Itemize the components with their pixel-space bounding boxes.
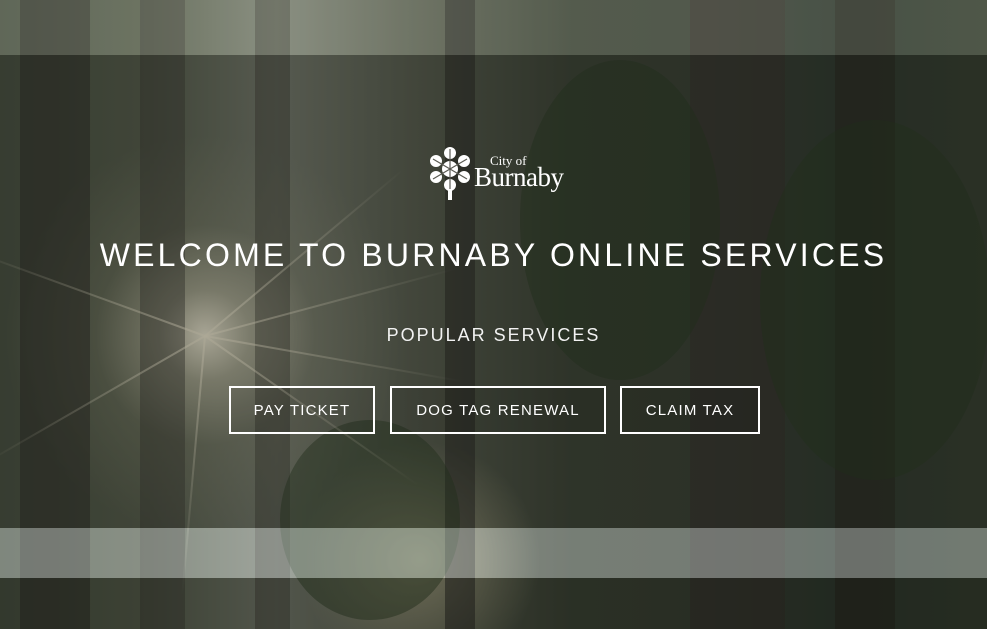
logo-name: Burnaby bbox=[474, 162, 564, 192]
bottom-dark-band bbox=[0, 578, 987, 629]
claim-tax-button[interactable]: CLAIM TAX bbox=[620, 386, 760, 434]
bottom-light-band bbox=[0, 528, 987, 578]
popular-services-heading: POPULAR SERVICES bbox=[386, 325, 601, 345]
top-band bbox=[0, 0, 987, 55]
hero-overlay bbox=[0, 55, 987, 528]
pay-ticket-button[interactable]: PAY TICKET bbox=[229, 386, 375, 434]
dog-tag-renewal-button[interactable]: DOG TAG RENEWAL bbox=[390, 386, 606, 434]
snowflake-icon bbox=[430, 147, 470, 200]
page-title: WELCOME TO BURNABY ONLINE SERVICES bbox=[99, 237, 888, 273]
city-logo[interactable]: City of Burnaby bbox=[426, 145, 566, 203]
